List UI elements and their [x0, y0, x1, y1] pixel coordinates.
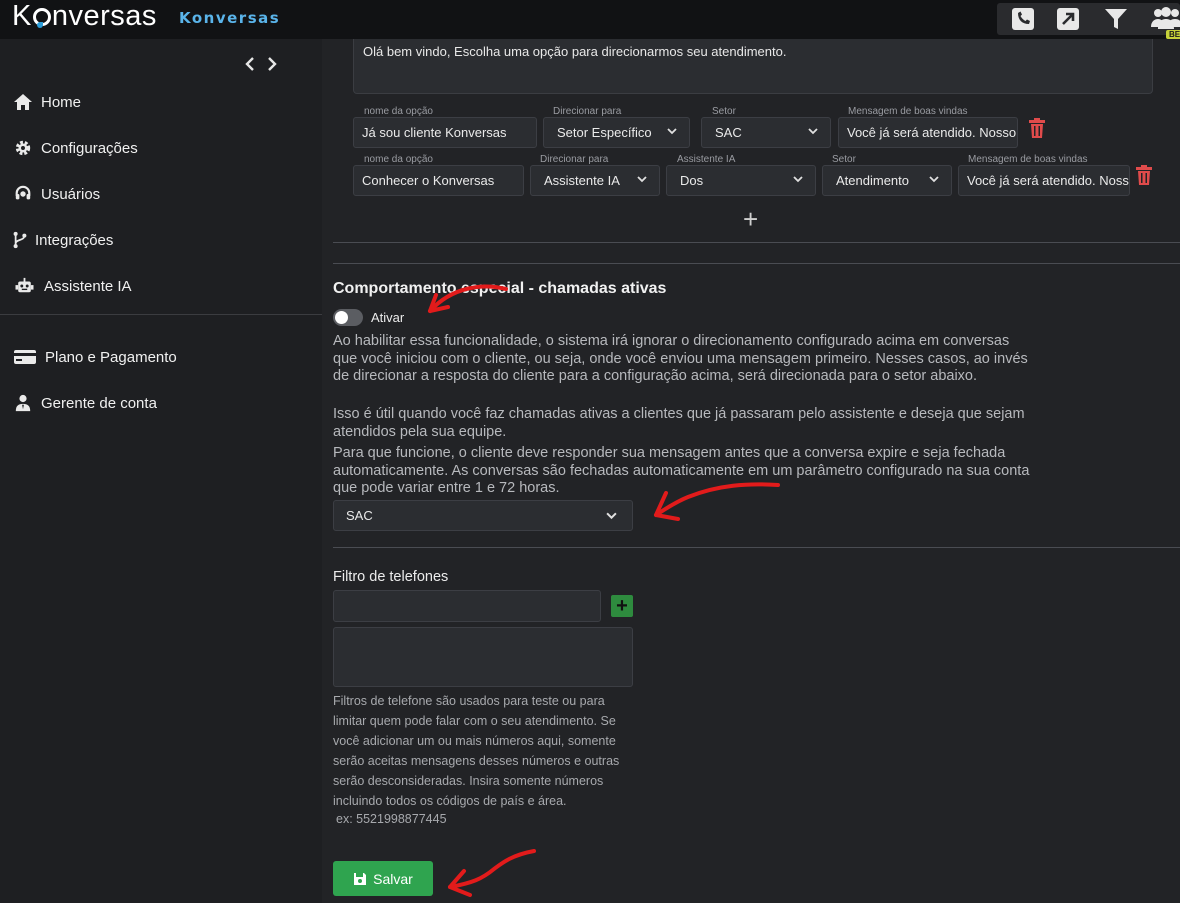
phone-filter-input[interactable]	[333, 590, 601, 622]
divider	[333, 263, 1180, 264]
redirect-select[interactable]: Assistente IA	[530, 165, 660, 196]
top-bar: Knversas Konversas BETA	[0, 0, 1180, 39]
activate-toggle-label: Ativar	[371, 310, 405, 325]
option-name-input[interactable]: Já sou cliente Konversas	[353, 117, 537, 148]
sidebar-item-label: Gerente de conta	[41, 394, 157, 412]
robot-icon	[15, 277, 34, 293]
filter-icon[interactable]	[1102, 5, 1130, 33]
sector-label: Setor	[832, 154, 856, 165]
sidebar-item-label: Usuários	[41, 185, 101, 203]
credit-card-icon	[14, 350, 36, 364]
phone-filter-list[interactable]	[333, 627, 633, 687]
sector-select[interactable]: SAC	[701, 117, 831, 148]
sidebar-collapse-button[interactable]	[244, 55, 278, 78]
chevron-down-icon	[637, 176, 647, 183]
chevron-down-icon	[667, 128, 677, 135]
special-sector-select[interactable]: SAC	[333, 500, 633, 531]
save-button-label: Salvar	[373, 870, 413, 887]
user-tie-icon	[15, 394, 31, 412]
chevron-down-icon	[606, 512, 617, 520]
chevron-down-icon	[793, 176, 803, 183]
annotation-arrow-icon	[448, 849, 536, 897]
logo[interactable]: Knversas	[12, 0, 157, 33]
welcome-message-input[interactable]: Você já será atendido. Nosso	[958, 165, 1130, 196]
sidebar-item-label: Integrações	[35, 231, 114, 249]
sidebar-item-label: Configurações	[41, 139, 138, 157]
external-link-icon[interactable]	[1054, 5, 1082, 33]
phone-filter-help: Filtros de telefone são usados para test…	[333, 694, 620, 808]
divider	[333, 547, 1180, 548]
section-title-special: Comportamento especial - chamadas ativas	[333, 280, 667, 297]
home-icon	[14, 94, 32, 110]
add-option-button[interactable]: +	[743, 204, 758, 235]
sidebar-item-label: Plano e Pagamento	[45, 348, 177, 366]
headset-icon	[15, 185, 31, 200]
redirect-select[interactable]: Setor Específico	[543, 117, 690, 148]
redirect-label: Direcionar para	[553, 106, 622, 117]
sidebar-item-label: Assistente IA	[44, 277, 132, 295]
sector-select[interactable]: Atendimento	[822, 165, 952, 196]
option-name-label: nome da opção	[364, 106, 433, 117]
chevron-down-icon	[808, 128, 818, 135]
main-content: Olá bem vindo, Escolha uma opção para di…	[322, 39, 1180, 903]
users-icon[interactable]	[1150, 5, 1180, 33]
save-button[interactable]: Salvar	[333, 861, 433, 896]
special-description-1: Ao habilitar essa funcionalidade, o sist…	[333, 333, 1028, 384]
greeting-message-textarea[interactable]: Olá bem vindo, Escolha uma opção para di…	[353, 39, 1153, 94]
option-name-input[interactable]: Conhecer o Konversas	[353, 165, 524, 196]
company-name: Konversas	[179, 9, 281, 27]
sidebar-item-usuarios[interactable]: Usuários	[13, 185, 100, 203]
special-description-2: Isso é útil quando você faz chamadas ati…	[333, 406, 1025, 440]
gear-icon	[15, 140, 31, 156]
sidebar-item-plano-pagamento[interactable]: Plano e Pagamento	[13, 348, 177, 366]
phone-filter-example: ex: 5521998877445	[336, 812, 447, 826]
logo-chat-icon	[32, 8, 51, 28]
ai-assistant-select[interactable]: Dos	[666, 165, 816, 196]
trash-icon[interactable]	[1027, 117, 1047, 139]
sector-label: Setor	[712, 106, 736, 117]
special-description-3: Para que funcione, o cliente deve respon…	[333, 445, 1030, 496]
welcome-message-label: Mensagem de boas vindas	[968, 154, 1088, 165]
option-name-label: nome da opção	[364, 154, 433, 165]
redirect-label: Direcionar para	[540, 154, 609, 165]
sidebar-item-gerente-conta[interactable]: Gerente de conta	[13, 394, 157, 412]
sidebar-item-integracoes[interactable]: Integrações	[13, 231, 113, 249]
activate-toggle[interactable]	[333, 309, 363, 326]
trash-icon[interactable]	[1134, 164, 1154, 186]
sidebar-item-configuracoes[interactable]: Configurações	[13, 139, 138, 157]
branch-icon	[13, 231, 27, 249]
welcome-message-label: Mensagem de boas vindas	[848, 106, 968, 117]
add-phone-button[interactable]: +	[611, 595, 633, 617]
phone-filter-title: Filtro de telefones	[333, 569, 449, 585]
ai-assistant-label: Assistente IA	[677, 154, 736, 165]
sidebar: Home Configurações Usuários Integrações …	[0, 39, 322, 903]
welcome-message-input[interactable]: Você já será atendido. Nosso	[838, 117, 1018, 148]
sidebar-divider	[0, 314, 322, 315]
divider	[333, 242, 1180, 243]
sidebar-item-home[interactable]: Home	[13, 93, 81, 111]
sidebar-item-assistente-ia[interactable]: Assistente IA	[13, 277, 132, 295]
chevrons-icon	[245, 57, 277, 71]
top-toolbar	[997, 3, 1180, 35]
chevron-down-icon	[929, 176, 939, 183]
phone-icon[interactable]	[1009, 5, 1037, 33]
sidebar-item-label: Home	[41, 93, 82, 111]
beta-badge: BETA	[1166, 30, 1180, 39]
floppy-disk-icon	[354, 872, 367, 885]
